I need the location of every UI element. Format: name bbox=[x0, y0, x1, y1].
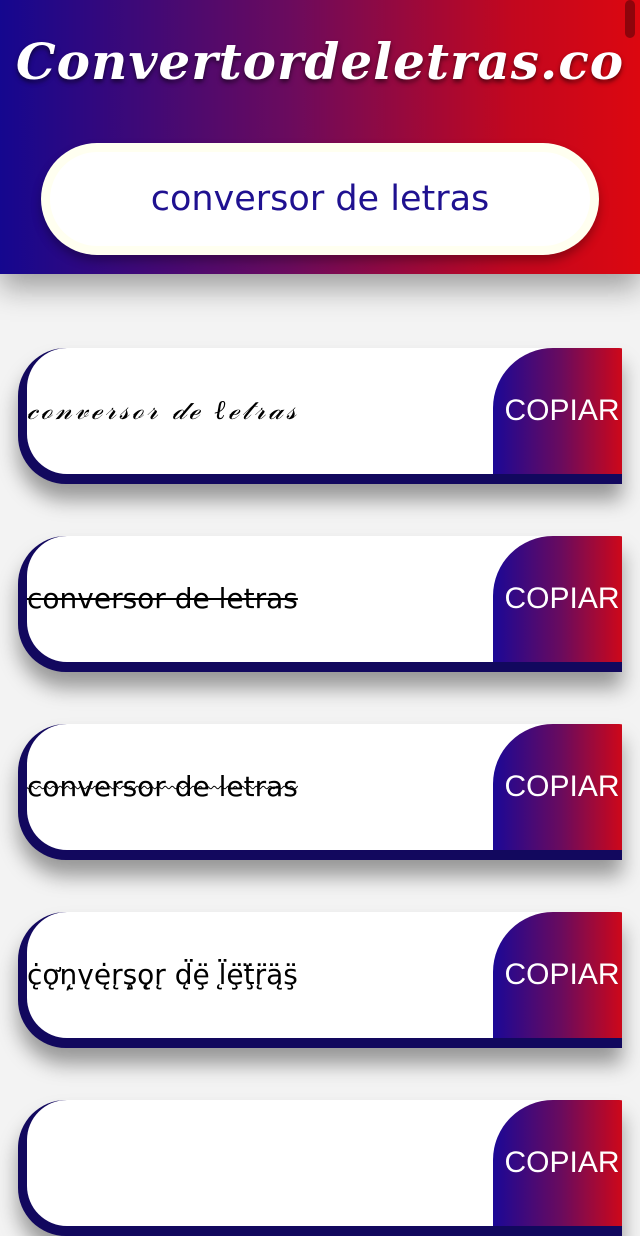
result-card: COPIAR bbox=[18, 1100, 622, 1236]
result-text: ċ̨ǫ̛ņ̨v̨ę̇r̨ş̨ǫ̨r̨ d̨̈ȩ̈ l̨̈ȩ̈ţ̈r̨̈ą̈ş̈ bbox=[27, 958, 298, 991]
result-card: conversor de letras COPIAR bbox=[18, 536, 622, 672]
result-text bbox=[27, 1100, 483, 1226]
result-card: 𝒸ℴ𝓃𝓋ℯ𝓇𝓈ℴ𝓇 𝒹ℯ ℓℯ𝓉𝓇𝒶𝓈 COPIAR bbox=[18, 348, 622, 484]
result-text: 𝒸ℴ𝓃𝓋ℯ𝓇𝓈ℴ𝓇 𝒹ℯ ℓℯ𝓉𝓇𝒶𝓈 bbox=[27, 395, 300, 426]
result-text: conversor de letras bbox=[27, 582, 298, 615]
copy-button[interactable]: COPIAR bbox=[493, 536, 622, 662]
copy-button[interactable]: COPIAR bbox=[493, 724, 622, 850]
result-card: conversor de letras COPIAR bbox=[18, 724, 622, 860]
result-text: conversor de letras bbox=[27, 770, 298, 803]
copy-button[interactable]: COPIAR bbox=[493, 348, 622, 474]
card-body: ċ̨ǫ̛ņ̨v̨ę̇r̨ş̨ǫ̨r̨ d̨̈ȩ̈ l̨̈ȩ̈ţ̈r̨̈ą̈ş̈ … bbox=[27, 912, 622, 1038]
app-header: Convertordeletras.co bbox=[0, 0, 640, 274]
result-card: ċ̨ǫ̛ņ̨v̨ę̇r̨ş̨ǫ̨r̨ d̨̈ȩ̈ l̨̈ȩ̈ţ̈r̨̈ą̈ş̈ … bbox=[18, 912, 622, 1048]
card-body: COPIAR bbox=[27, 1100, 622, 1226]
card-body: conversor de letras COPIAR bbox=[27, 536, 622, 662]
copy-button[interactable]: COPIAR bbox=[493, 912, 622, 1038]
card-body: conversor de letras COPIAR bbox=[27, 724, 622, 850]
copy-button[interactable]: COPIAR bbox=[493, 1100, 622, 1226]
card-body: 𝒸ℴ𝓃𝓋ℯ𝓇𝓈ℴ𝓇 𝒹ℯ ℓℯ𝓉𝓇𝒶𝓈 COPIAR bbox=[27, 348, 622, 474]
search-box bbox=[41, 143, 599, 255]
site-title: Convertordeletras.co bbox=[15, 32, 625, 91]
search-input[interactable] bbox=[50, 152, 590, 246]
scrollbar-thumb[interactable] bbox=[625, 0, 635, 38]
